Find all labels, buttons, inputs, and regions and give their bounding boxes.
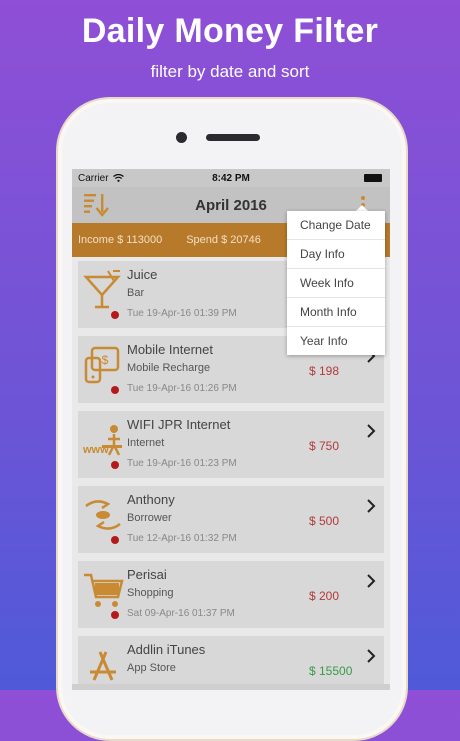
- month-title[interactable]: April 2016: [195, 197, 267, 214]
- svg-text:$: $: [102, 353, 109, 367]
- menu-item-month-info[interactable]: Month Info: [287, 298, 385, 327]
- cocktail-icon: [83, 270, 121, 309]
- transaction-row[interactable]: Perisai Shopping Sat 09-Apr-16 01:37 PM …: [78, 561, 384, 628]
- menu-item-year-info[interactable]: Year Info: [287, 327, 385, 355]
- status-time: 8:42 PM: [212, 172, 250, 184]
- transaction-category: Shopping: [127, 587, 174, 599]
- transaction-amount: $ 500: [309, 514, 340, 528]
- camera-icon: [176, 132, 187, 143]
- transaction-date: Tue 19-Apr-16 01:39 PM: [127, 308, 237, 319]
- menu-item-change-date[interactable]: Change Date: [287, 211, 385, 240]
- transaction-date: Tue 19-Apr-16 01:26 PM: [127, 383, 237, 394]
- date-filter-menu: Change Date Day Info Week Info Month Inf…: [287, 211, 385, 355]
- status-dot: [111, 461, 119, 469]
- transaction-name: Perisai: [127, 567, 167, 582]
- transaction-category: Mobile Recharge: [127, 362, 211, 374]
- transaction-amount: $ 15500: [309, 664, 353, 678]
- banner-subtitle: filter by date and sort: [150, 62, 310, 81]
- tab-bar: [72, 684, 390, 690]
- transaction-name: Addlin iTunes: [127, 642, 206, 657]
- transaction-name: Mobile Internet: [127, 342, 213, 357]
- transaction-category: Borrower: [127, 512, 172, 524]
- transaction-category: Internet: [127, 437, 165, 449]
- transaction-row[interactable]: www WIFI JPR Internet Internet Tue 19-Ap…: [78, 411, 384, 478]
- status-dot: [111, 311, 119, 319]
- status-dot: [111, 536, 119, 544]
- transaction-name: Anthony: [127, 492, 175, 507]
- menu-item-week-info[interactable]: Week Info: [287, 269, 385, 298]
- transaction-category: App Store: [127, 662, 176, 674]
- transaction-date: Sat 09-Apr-16 01:37 PM: [127, 608, 235, 619]
- status-dot: [111, 386, 119, 394]
- status-bar: Carrier 8:42 PM: [72, 169, 390, 187]
- transaction-date: Tue 12-Apr-16 01:32 PM: [127, 533, 237, 544]
- transaction-amount: $ 198: [309, 364, 340, 378]
- sort-descending-icon[interactable]: [82, 192, 110, 218]
- transaction-date: Tue 19-Apr-16 01:23 PM: [127, 458, 237, 469]
- chevron-right-icon: [367, 649, 376, 663]
- shopping-cart-icon: [84, 573, 124, 607]
- transaction-amount: $ 750: [309, 439, 340, 453]
- mobile-recharge-icon: $: [84, 346, 120, 384]
- transaction-name: WIFI JPR Internet: [127, 417, 231, 432]
- income-total: Income $ 113000: [78, 234, 163, 246]
- hand-money-icon: [85, 500, 121, 530]
- speaker-icon: [206, 134, 260, 141]
- transaction-name: Juice: [127, 267, 158, 282]
- chevron-right-icon: [367, 424, 376, 438]
- battery-icon: [364, 174, 382, 182]
- transaction-row[interactable]: Anthony Borrower Tue 12-Apr-16 01:32 PM …: [78, 486, 384, 553]
- transaction-row[interactable]: Addlin iTunes App Store $ 15500: [78, 636, 384, 690]
- transaction-category: Bar: [127, 287, 145, 299]
- internet-www-icon: www: [82, 425, 122, 456]
- banner-title: Daily Money Filter: [81, 12, 379, 50]
- app-store-icon: [90, 651, 116, 681]
- transaction-amount: $ 200: [309, 589, 340, 603]
- chevron-right-icon: [367, 499, 376, 513]
- menu-item-day-info[interactable]: Day Info: [287, 240, 385, 269]
- spend-total: Spend $ 20746: [186, 234, 261, 246]
- status-dot: [111, 611, 119, 619]
- chevron-right-icon: [367, 574, 376, 588]
